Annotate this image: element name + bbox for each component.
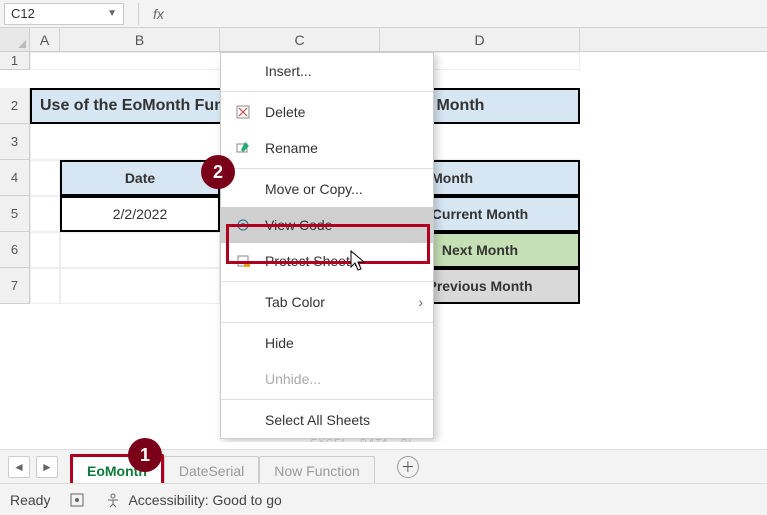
menu-label: Unhide... [265,371,321,387]
view-code-icon [233,215,253,235]
callout-1: 1 [128,438,162,472]
menu-label: Select All Sheets [265,412,370,428]
date-value[interactable]: 2/2/2022 [60,196,220,232]
menu-move-copy[interactable]: Move or Copy... [221,171,433,207]
accessibility-status[interactable]: Accessibility: Good to go [104,491,281,509]
menu-label: Insert... [265,63,312,79]
fx-icon[interactable]: fx [153,6,164,22]
menu-separator [221,399,433,400]
menu-hide[interactable]: Hide [221,325,433,361]
row-header[interactable]: 5 [0,196,30,232]
unhide-icon [233,369,253,389]
cell[interactable] [30,268,60,304]
chevron-right-icon: › [418,294,423,310]
tab-list: EoMonth DateSerial Now Function [70,450,375,483]
select-all-icon [233,410,253,430]
callout-2: 2 [201,155,235,189]
chevron-down-icon[interactable]: ▼ [107,8,117,19]
menu-label: Delete [265,104,305,120]
accessibility-icon [104,491,122,509]
menu-view-code[interactable]: View Code [221,207,433,243]
row-header[interactable]: 4 [0,160,30,196]
row-header[interactable]: 6 [0,232,30,268]
menu-separator [221,168,433,169]
insert-icon [233,61,253,81]
menu-protect-sheet[interactable]: Protect Sheet... [221,243,433,279]
formula-bar-row: C12 ▼ fx [0,0,767,28]
cell[interactable] [60,268,220,304]
status-ready: Ready [10,492,50,508]
col-header-d[interactable]: D [380,28,580,51]
header-date[interactable]: Date [60,160,220,196]
menu-separator [221,281,433,282]
divider [138,3,139,25]
select-all-triangle[interactable] [0,28,30,51]
menu-separator [221,322,433,323]
color-icon [233,292,253,312]
column-headers: A B C D [0,28,767,52]
sheet-context-menu: Insert... Delete Rename Move or Copy... … [220,52,434,439]
menu-separator [221,91,433,92]
cell[interactable] [60,232,220,268]
formula-input[interactable] [168,3,763,25]
menu-tab-color[interactable]: Tab Color › [221,284,433,320]
status-bar: Ready Accessibility: Good to go [0,483,767,515]
row-header[interactable]: 1 [0,52,30,70]
tab-nav-prev[interactable]: ◄ [8,456,30,478]
col-header-c[interactable]: C [220,28,380,51]
lock-icon [233,251,253,271]
accessibility-text: Accessibility: Good to go [128,492,281,508]
menu-insert[interactable]: Insert... [221,53,433,89]
menu-select-all-sheets[interactable]: Select All Sheets [221,402,433,438]
grid-area: 1 2 Use of the EoMonth Function to Get t… [0,52,767,442]
menu-label: Rename [265,140,318,156]
move-copy-icon [233,179,253,199]
cell[interactable] [30,160,60,196]
cell[interactable] [30,232,60,268]
menu-label: Protect Sheet... [265,253,362,269]
macro-record-icon[interactable] [68,491,86,509]
menu-label: Hide [265,335,294,351]
menu-label: View Code [265,217,332,233]
hide-icon [233,333,253,353]
menu-label: Move or Copy... [265,181,363,197]
tab-nav-next[interactable]: ► [36,456,58,478]
row-header[interactable]: 3 [0,124,30,160]
menu-unhide: Unhide... [221,361,433,397]
sheet-tab-bar: ◄ ► EoMonth DateSerial Now Function ＋ [0,449,767,483]
col-header-b[interactable]: B [60,28,220,51]
row-header[interactable]: 2 [0,88,30,124]
rename-icon [233,138,253,158]
delete-icon [233,102,253,122]
sheet-tab-nowfunction[interactable]: Now Function [259,456,375,483]
name-box-value: C12 [11,6,35,21]
menu-rename[interactable]: Rename [221,130,433,166]
menu-label: Tab Color [265,294,325,310]
col-header-a[interactable]: A [30,28,60,51]
menu-delete[interactable]: Delete [221,94,433,130]
name-box[interactable]: C12 ▼ [4,3,124,25]
sheet-tab-dateserial[interactable]: DateSerial [164,456,259,483]
cell[interactable] [30,196,60,232]
row-header[interactable]: 7 [0,268,30,304]
new-sheet-button[interactable]: ＋ [397,456,419,478]
